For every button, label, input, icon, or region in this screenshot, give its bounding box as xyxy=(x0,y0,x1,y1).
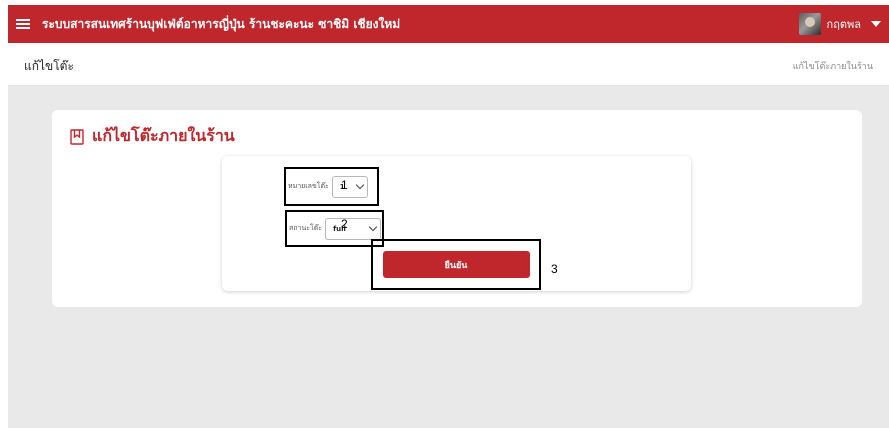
top-navbar: ระบบสารสนเทศร้านบุฟเฟ่ต์อาหารญี่ปุ่น ร้า… xyxy=(8,5,889,43)
chevron-down-icon xyxy=(355,180,365,190)
table-number-label: หมายเลขโต๊ะ xyxy=(288,182,329,190)
table-status-row: สถานะโต๊ะ full xyxy=(285,210,384,247)
confirm-button-frame: ยืนยัน xyxy=(371,239,541,290)
table-number-row: หมายเลขโต๊ะ 1 xyxy=(284,167,379,206)
chevron-down-icon xyxy=(368,222,378,232)
step-number-3: 3 xyxy=(551,262,558,276)
user-menu[interactable]: กฤตพล xyxy=(798,10,881,38)
table-status-label: สถานะโต๊ะ xyxy=(289,224,323,232)
step-number-1: 1 xyxy=(341,178,348,192)
table-status-select[interactable]: full xyxy=(325,217,382,240)
step-number-2: 2 xyxy=(341,217,348,231)
edit-table-form: หมายเลขโต๊ะ 1 สถานะโต๊ะ full ยืนยัน xyxy=(222,156,691,291)
card-title: แก้ไขโต๊ะภายในร้าน xyxy=(70,124,235,149)
bookmark-icon xyxy=(70,128,84,145)
caret-down-icon[interactable] xyxy=(871,21,881,27)
breadcrumb[interactable]: แก้ไขโต๊ะภายในร้าน xyxy=(793,59,873,73)
avatar[interactable] xyxy=(798,13,821,35)
subheader: แก้ไขโต๊ะ แก้ไขโต๊ะภายในร้าน xyxy=(8,43,889,86)
edit-table-card: แก้ไขโต๊ะภายในร้าน หมายเลขโต๊ะ 1 สถานะโต… xyxy=(52,110,862,307)
table-number-select[interactable]: 1 xyxy=(331,175,368,198)
confirm-button[interactable]: ยืนยัน xyxy=(382,251,530,278)
menu-icon[interactable] xyxy=(16,19,30,29)
page-title: แก้ไขโต๊ะ xyxy=(24,59,74,73)
app-title: ระบบสารสนเทศร้านบุฟเฟ่ต์อาหารญี่ปุ่น ร้า… xyxy=(42,16,401,31)
card-title-text: แก้ไขโต๊ะภายในร้าน xyxy=(92,126,235,145)
username[interactable]: กฤตพล xyxy=(827,15,861,33)
